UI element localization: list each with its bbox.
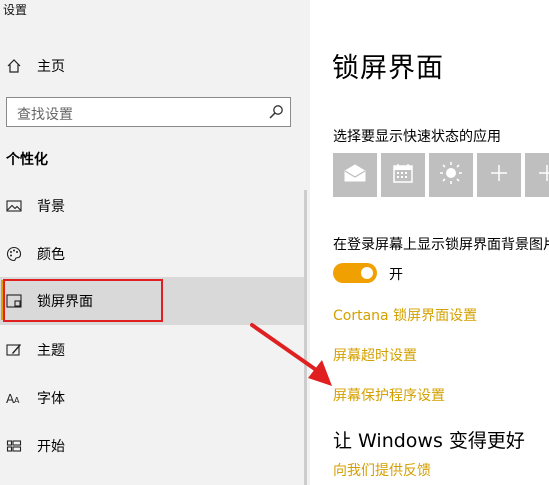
sidebar-item-label: 颜色 xyxy=(37,247,65,263)
toggle-knob xyxy=(361,267,373,279)
sidebar-item-start[interactable]: 开始 xyxy=(0,422,304,470)
sidebar-item-label: 开始 xyxy=(37,439,65,455)
sidebar: 设置 主页 查找设置 个性化 背景 颜色 锁屏界面 主题 A A 字体 开始 xyxy=(0,0,310,485)
sidebar-item-background[interactable]: 背景 xyxy=(0,182,304,230)
palette-icon xyxy=(6,246,22,262)
quick-status-weather-button[interactable] xyxy=(429,153,473,197)
home-icon xyxy=(6,58,22,78)
start-icon xyxy=(6,438,22,454)
cortana-lock-screen-link[interactable]: Cortana 锁屏界面设置 xyxy=(333,305,477,325)
theme-icon xyxy=(6,342,22,358)
screen-timeout-link[interactable]: 屏幕超时设置 xyxy=(333,345,417,365)
svg-text:A: A xyxy=(14,396,20,405)
toggle-state-label: 开 xyxy=(389,267,403,283)
quick-status-label: 选择要显示快速状态的应用 xyxy=(333,129,501,145)
search-placeholder: 查找设置 xyxy=(17,107,73,123)
picture-icon xyxy=(6,198,22,214)
window-title: 设置 xyxy=(3,3,28,17)
mail-icon xyxy=(343,163,367,187)
weather-icon xyxy=(439,161,463,189)
main-content: 锁屏界面 选择要显示快速状态的应用 在登录屏幕上显示锁屏界面背景图片 开 Cor… xyxy=(310,0,549,485)
search-icon[interactable] xyxy=(268,104,284,124)
annotation-highlight-box xyxy=(3,279,163,322)
sidebar-item-colors[interactable]: 颜色 xyxy=(0,230,304,278)
screen-saver-link[interactable]: 屏幕保护程序设置 xyxy=(333,385,445,405)
signin-background-label: 在登录屏幕上显示锁屏界面背景图片 xyxy=(333,237,549,253)
home-label: 主页 xyxy=(37,59,65,75)
sidebar-home[interactable]: 主页 xyxy=(0,48,304,84)
feedback-link[interactable]: 向我们提供反馈 xyxy=(333,460,431,480)
signin-background-toggle[interactable] xyxy=(333,263,377,283)
section-title: 个性化 xyxy=(6,152,48,168)
plus-icon xyxy=(538,164,549,186)
calendar-icon xyxy=(392,162,414,188)
quick-status-add-button[interactable] xyxy=(525,153,549,197)
annotation-arrow xyxy=(250,323,332,386)
sidebar-item-label: 主题 xyxy=(37,343,65,359)
plus-icon xyxy=(490,164,508,186)
sidebar-item-label: 背景 xyxy=(37,199,65,215)
quick-status-mail-button[interactable] xyxy=(333,153,377,197)
quick-status-add-button[interactable] xyxy=(477,153,521,197)
quick-status-calendar-button[interactable] xyxy=(381,153,425,197)
font-icon: AA xyxy=(6,390,22,406)
page-title: 锁屏界面 xyxy=(332,53,444,84)
search-input[interactable]: 查找设置 xyxy=(6,97,291,127)
feedback-heading: 让 Windows 变得更好 xyxy=(333,430,525,452)
sidebar-item-label: 字体 xyxy=(37,391,65,407)
